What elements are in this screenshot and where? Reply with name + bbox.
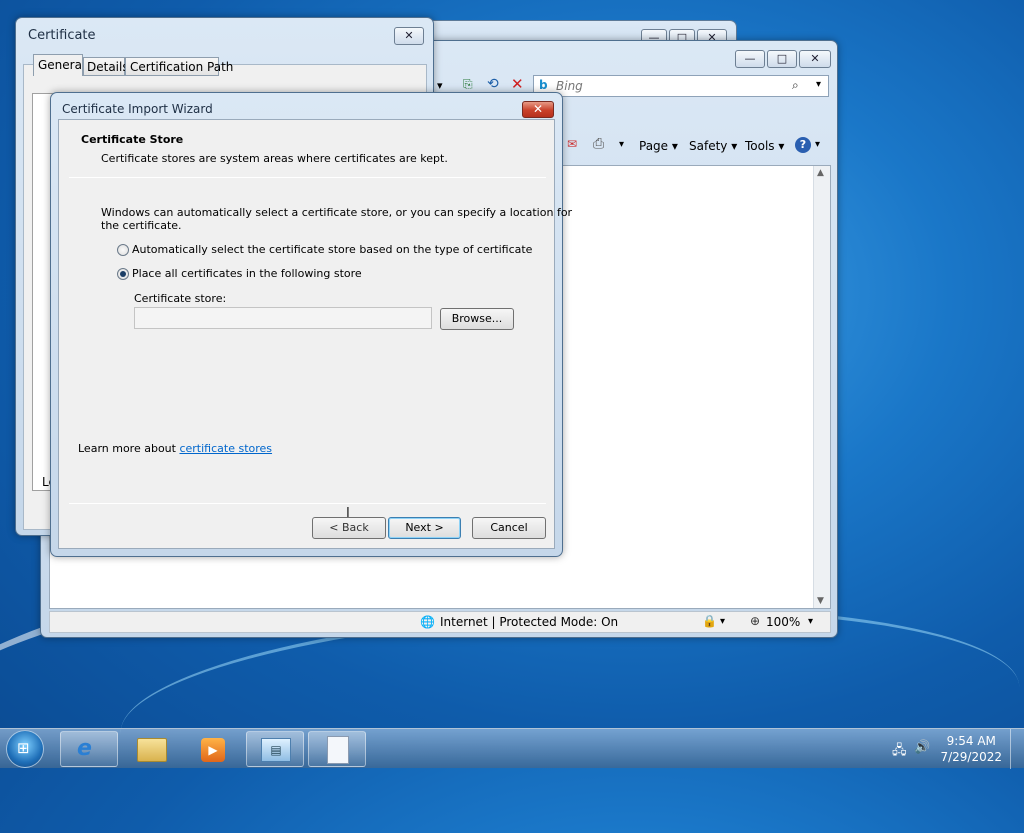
folder-icon (137, 738, 167, 762)
radio-auto-select[interactable] (117, 244, 129, 256)
taskbar-media-player[interactable]: ▶ (184, 731, 242, 767)
taskbar-file-explorer[interactable] (122, 731, 180, 767)
taskbar-internet-explorer[interactable]: e (60, 731, 118, 767)
vertical-scrollbar[interactable]: ▲ ▼ (813, 166, 830, 608)
media-player-icon: ▶ (201, 738, 225, 762)
tab-general[interactable]: General (33, 54, 86, 76)
search-dropdown-icon[interactable]: ▾ (816, 79, 821, 90)
header-divider (69, 177, 546, 178)
next-button[interactable]: Next > (388, 517, 461, 539)
clock-time: 9:54 AM (946, 734, 996, 748)
volume-icon[interactable]: 🔊 (914, 740, 930, 755)
search-placeholder: Bing (556, 79, 583, 93)
page-subheading: Certificate stores are system areas wher… (101, 152, 448, 165)
browse-button[interactable]: Browse... (440, 308, 514, 330)
protected-mode-icon[interactable]: 🔒 (702, 614, 717, 628)
search-box[interactable]: b Bing ⌕ ▾ (533, 75, 829, 97)
stop-icon[interactable]: ✕ (511, 75, 524, 93)
tab-general-label: General (38, 58, 86, 72)
certificate-manager-icon: ▤ (261, 738, 291, 762)
taskbar-document[interactable] (308, 731, 366, 767)
zone-dropdown-icon[interactable]: ▾ (720, 616, 725, 627)
tab-certification-path[interactable]: Certification Path (125, 57, 233, 76)
radio-place-in-store-label[interactable]: Place all certificates in the following … (132, 267, 362, 280)
certificate-stores-link[interactable]: certificate stores (179, 442, 272, 455)
print-dropdown-icon[interactable]: ▾ (619, 139, 624, 150)
bing-logo-icon: b (539, 78, 548, 92)
document-icon (327, 736, 349, 764)
maximize-button[interactable]: □ (767, 50, 797, 68)
zoom-icon[interactable]: ⊕ (750, 614, 760, 628)
close-button[interactable]: ✕ (799, 50, 831, 68)
zoom-dropdown-icon[interactable]: ▾ (808, 616, 813, 627)
search-icon[interactable]: ⌕ (792, 78, 799, 93)
taskbar-certificate-manager[interactable]: ▤ (246, 731, 304, 767)
radio-auto-select-label[interactable]: Automatically select the certificate sto… (132, 243, 532, 256)
windows-logo-icon: ⊞ (17, 739, 30, 757)
close-button[interactable]: ✕ (522, 101, 554, 118)
safety-menu[interactable]: Safety ▾ (689, 139, 737, 153)
system-clock[interactable]: 9:54 AM 7/29/2022 (940, 733, 1002, 765)
certificate-store-label: Certificate store: (134, 292, 227, 305)
taskbar: ⊞ e ▶ ▤ 🖧 🔊 9:54 AM 7/29/2022 (0, 728, 1024, 769)
tab-details-label: Details (87, 60, 129, 74)
mail-icon[interactable]: ✉ (567, 137, 577, 151)
cancel-button[interactable]: Cancel (472, 517, 546, 539)
wizard-body: Certificate Store Certificate stores are… (58, 119, 572, 549)
command-bar: ✉ ⎙ ▾ Page ▾ Safety ▾ Tools ▾ ? ▾ (561, 135, 831, 159)
internet-explorer-icon: e (77, 736, 92, 761)
globe-icon: 🌐 (420, 615, 435, 629)
help-dropdown-icon[interactable]: ▾ (815, 139, 820, 150)
text-cursor-icon: I (346, 506, 350, 521)
scroll-up-icon[interactable]: ▲ (817, 168, 824, 178)
tab-certification-path-label: Certification Path (130, 60, 234, 74)
certificate-window-title: Certificate (28, 28, 96, 43)
scroll-down-icon[interactable]: ▼ (817, 596, 824, 606)
wizard-title: Certificate Import Wizard (62, 102, 213, 116)
refresh-icon[interactable]: ⟲ (487, 76, 499, 92)
learn-more-text: Learn more about certificate stores (78, 442, 272, 455)
certificate-import-wizard: Certificate Import Wizard ✕ Certificate … (50, 92, 572, 557)
compatibility-view-icon[interactable]: ⎘ (463, 77, 473, 92)
show-desktop-button[interactable] (1010, 729, 1024, 769)
help-icon[interactable]: ? (795, 137, 811, 153)
description-line-2: the certificate. (101, 219, 182, 232)
footer-divider (69, 503, 546, 504)
description-line-1: Windows can automatically select a certi… (101, 206, 573, 219)
dropdown-arrow-icon[interactable]: ▾ (437, 79, 443, 92)
network-icon[interactable]: 🖧 (892, 741, 907, 763)
page-menu[interactable]: Page ▾ (639, 139, 678, 153)
tools-menu[interactable]: Tools ▾ (745, 139, 784, 153)
certificate-store-field[interactable] (134, 307, 432, 329)
page-heading: Certificate Store (81, 133, 184, 146)
minimize-button[interactable]: — (735, 50, 765, 68)
clock-date: 7/29/2022 (940, 750, 1002, 764)
start-button[interactable]: ⊞ (6, 730, 44, 768)
status-bar: 🌐 Internet | Protected Mode: On 🔒 ▾ ⊕ 10… (49, 611, 831, 633)
radio-place-in-store[interactable] (117, 268, 129, 280)
tab-details[interactable]: Details (83, 57, 129, 76)
security-zone-text: Internet | Protected Mode: On (440, 615, 619, 629)
learn-more-prefix: Learn more about (78, 442, 180, 455)
close-button[interactable]: ✕ (394, 27, 424, 45)
print-icon[interactable]: ⎙ (593, 136, 604, 152)
zoom-level[interactable]: 100% (766, 615, 800, 629)
